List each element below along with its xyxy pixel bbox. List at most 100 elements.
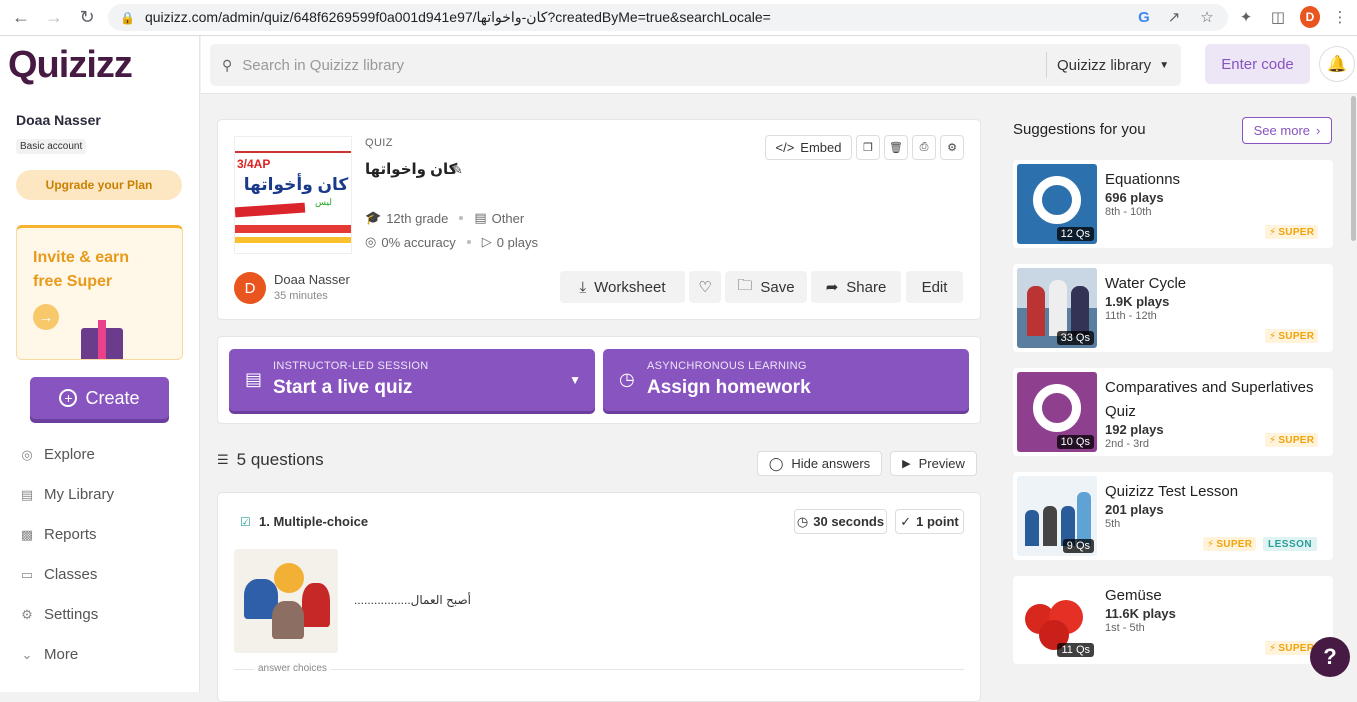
suggestion-thumbnail: 11 Qs [1017, 580, 1097, 660]
caret-down-icon: ▼ [1159, 59, 1170, 71]
suggestion-card[interactable]: 12 Qs Equationns 696 plays 8th - 10th ⚡ S… [1013, 160, 1333, 248]
suggestion-card[interactable]: 11 Qs Gemüse 11.6K plays 1st - 5th ⚡ SUPE… [1013, 576, 1333, 664]
sidebar-item-my-library[interactable]: ▤ My Library [20, 486, 114, 503]
help-button[interactable]: ? [1310, 637, 1350, 677]
heart-icon[interactable]: ♡ [689, 271, 721, 303]
reports-icon: ▩ [20, 526, 34, 542]
suggestion-title: Water Cycle [1105, 275, 1187, 292]
illustration-person [1043, 506, 1057, 546]
reload-icon[interactable]: ↻ [76, 6, 98, 28]
suggestion-card[interactable]: 10 Qs Comparatives and Superlatives Quiz… [1013, 368, 1333, 456]
quizizz-logo[interactable]: Quizizz [8, 44, 133, 87]
session-card: ▤ INSTRUCTOR-LED SESSION Start a live qu… [217, 336, 981, 424]
time-pill[interactable]: ◷ 30 seconds [794, 509, 887, 534]
clock-icon: ◷ [796, 513, 809, 529]
see-more-button[interactable]: See more › [1242, 117, 1332, 144]
photo-person [1027, 286, 1045, 336]
chevron-down-icon: ⌄ [21, 646, 33, 662]
answer-choices-label: answer choices [254, 663, 331, 674]
sidebar-item-classes[interactable]: ▭ Classes [20, 566, 98, 583]
start-live-quiz-button[interactable]: ▤ INSTRUCTOR-LED SESSION Start a live qu… [229, 349, 595, 411]
edit-button[interactable]: Edit [906, 271, 963, 303]
bolt-icon: ⚡ [1207, 538, 1215, 550]
sidebar-item-reports[interactable]: ▩ Reports [20, 526, 97, 543]
google-icon[interactable]: G [1134, 7, 1154, 27]
user-name: Doaa Nasser [16, 112, 101, 128]
points-pill[interactable]: ✓ 1 point [895, 509, 964, 534]
create-button[interactable]: + Create [30, 377, 169, 419]
gear-icon[interactable]: ⚙ [940, 135, 964, 160]
assign-homework-button[interactable]: ◷ ASYNCHRONOUS LEARNING Assign homework [603, 349, 969, 411]
arrow-right-icon[interactable]: → [33, 304, 59, 330]
pencil-icon[interactable]: ✎ [452, 162, 463, 178]
suggestion-title: Comparatives and Superlatives Quiz [1105, 379, 1314, 420]
scrollbar-thumb[interactable] [1351, 96, 1356, 241]
super-badge: ⚡ SUPER [1265, 329, 1319, 343]
invite-earn-card[interactable]: Invite & earn free Super → [16, 225, 183, 360]
library-select[interactable]: Quizizz library ▼ [1057, 44, 1169, 86]
chevron-right-icon: › [1316, 123, 1321, 138]
bolt-icon: ⚡ [1269, 434, 1277, 446]
sidebar-item-label: Reports [44, 526, 97, 543]
illustration-person [1077, 492, 1091, 546]
suggestion-card[interactable]: 33 Qs Water Cycle 1.9K plays 11th - 12th… [1013, 264, 1333, 352]
separator-dot [459, 216, 464, 220]
search-input[interactable]: Search in Quizizz library [242, 57, 404, 74]
sidebar-item-label: Explore [44, 446, 95, 463]
play-icon: ▷ [481, 234, 492, 249]
side-panel-icon[interactable]: ◫ [1268, 7, 1288, 27]
question-count: 9 Qs [1062, 539, 1094, 553]
author-avatar: D [234, 272, 266, 304]
worker-figure [302, 583, 330, 627]
quiz-title: كان واخواتها [365, 161, 458, 178]
sidebar-item-settings[interactable]: ⚙ Settings [20, 606, 98, 623]
account-badge: Basic account [16, 139, 87, 154]
divider [234, 669, 964, 670]
save-button[interactable]: 🗀 Save [725, 271, 807, 303]
embed-button[interactable]: </> Embed [765, 135, 852, 160]
sidebar-item-label: My Library [44, 486, 115, 503]
folder-icon: 🗀 [737, 276, 753, 294]
back-icon[interactable]: ← [10, 6, 32, 28]
duplicate-icon[interactable]: ❐ [856, 135, 880, 160]
hide-answers-label: Hide answers [791, 456, 871, 471]
quiz-grade: 12th grade [386, 210, 449, 226]
sidebar-item-explore[interactable]: ◎ Explore [20, 446, 95, 463]
live-session-subtitle: INSTRUCTOR-LED SESSION [273, 360, 429, 372]
bookmark-star-icon[interactable]: ☆ [1197, 7, 1217, 27]
bell-icon[interactable]: 🔔 [1319, 46, 1355, 82]
enter-code-button[interactable]: Enter code [1205, 44, 1310, 84]
address-bar[interactable]: 🔒 quizizz.com/admin/quiz/648f6269599f0a0… [108, 4, 1228, 31]
browser-menu-icon[interactable]: ⋮ [1330, 7, 1350, 27]
browser-toolbar: ← → ↻ 🔒 quizizz.com/admin/quiz/648f62695… [0, 0, 1357, 36]
extensions-icon[interactable]: ✦ [1236, 7, 1256, 27]
print-icon[interactable]: ⎙ [912, 135, 936, 160]
sidebar-item-label: More [44, 646, 79, 663]
questions-header: ☰ 5 questions [217, 450, 324, 470]
suggestion-plays: 696 plays [1105, 190, 1164, 205]
search-bar[interactable]: ⚲ Search in Quizizz library Quizizz libr… [210, 44, 1181, 86]
question-image [234, 549, 338, 653]
top-bar: ⚲ Search in Quizizz library Quizizz libr… [201, 36, 1357, 94]
author-name[interactable]: Doaa Nasser [274, 272, 350, 287]
profile-avatar[interactable]: D [1300, 6, 1320, 28]
trash-icon[interactable]: 🗑 [884, 135, 908, 160]
question-count: 12 Qs [1056, 227, 1094, 241]
super-badge: ⚡ SUPER [1203, 537, 1257, 551]
classes-icon: ▭ [20, 566, 34, 582]
share-page-icon[interactable]: ↗ [1164, 7, 1184, 27]
forward-icon[interactable]: → [43, 6, 65, 28]
hide-answers-button[interactable]: ◯ Hide answers [757, 451, 882, 476]
share-button[interactable]: ➦ Share [811, 271, 901, 303]
share-label: Share [846, 278, 887, 296]
caret-down-icon[interactable]: ▼ [569, 373, 581, 387]
suggestion-thumbnail: 10 Qs [1017, 372, 1097, 452]
upgrade-plan-button[interactable]: Upgrade your Plan [16, 170, 182, 200]
suggestion-card[interactable]: 9 Qs Quizizz Test Lesson 201 plays 5th ⚡… [1013, 472, 1333, 560]
create-label: Create [85, 387, 140, 408]
questions-count: 5 questions [236, 450, 324, 469]
preview-button[interactable]: ▶ Preview [890, 451, 977, 476]
worksheet-button[interactable]: ⤓ Worksheet [560, 271, 685, 303]
suggestion-plays: 11.6K plays [1105, 606, 1176, 621]
sidebar-item-more[interactable]: ⌄ More [20, 646, 79, 663]
